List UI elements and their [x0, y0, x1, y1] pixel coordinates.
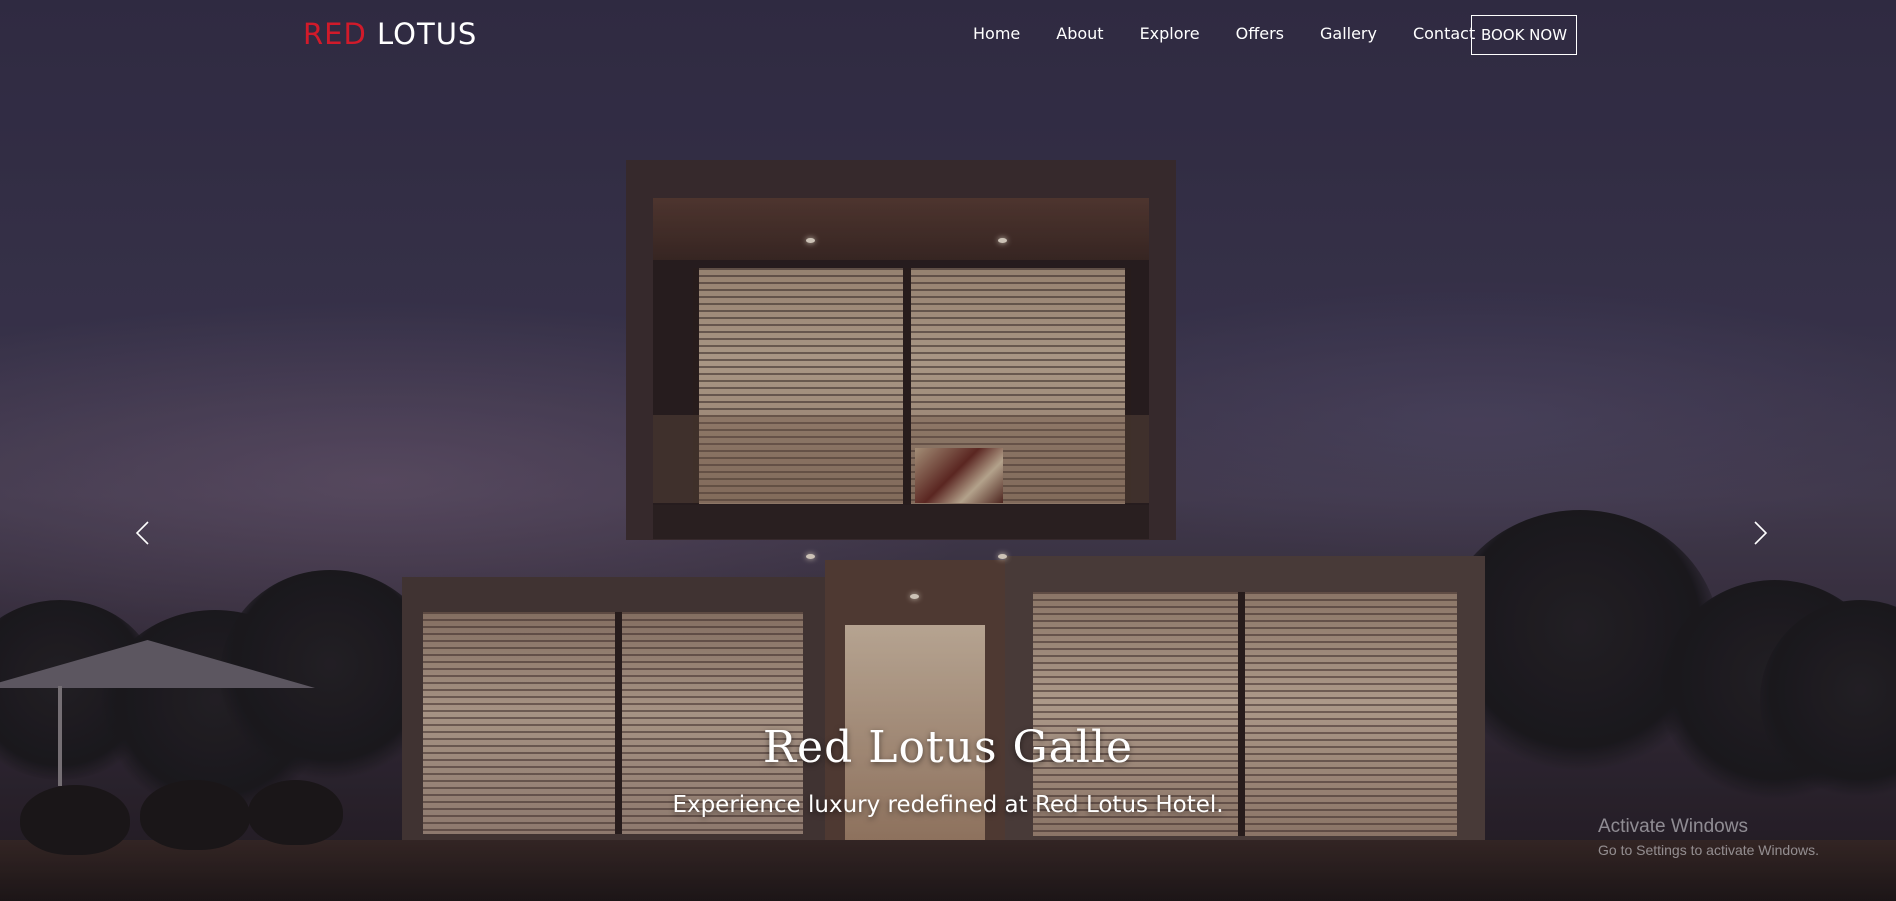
- carousel-prev-button[interactable]: [128, 518, 158, 548]
- logo[interactable]: RED LOTUS: [303, 17, 477, 51]
- nav-about-link[interactable]: About: [1056, 24, 1103, 43]
- book-now-button[interactable]: BOOK NOW: [1471, 15, 1577, 55]
- logo-red-text: RED: [303, 17, 367, 51]
- nav-home-link[interactable]: Home: [973, 24, 1020, 43]
- nav-explore-link[interactable]: Explore: [1140, 24, 1200, 43]
- nav-menu: Home About Explore Offers Gallery Contac…: [973, 24, 1511, 43]
- chevron-left-icon: [135, 521, 149, 545]
- nav-offers-link[interactable]: Offers: [1236, 24, 1284, 43]
- nav-gallery-link[interactable]: Gallery: [1320, 24, 1377, 43]
- hero-carousel: RED LOTUS Home About Explore Offers Gall…: [0, 0, 1896, 901]
- logo-white-text: LOTUS: [377, 17, 478, 51]
- carousel-next-button[interactable]: [1745, 518, 1775, 548]
- windows-activation-watermark: Activate Windows Go to Settings to activ…: [1598, 816, 1819, 858]
- navbar: RED LOTUS Home About Explore Offers Gall…: [0, 0, 1896, 70]
- slide-subtitle: Experience luxury redefined at Red Lotus…: [672, 792, 1224, 818]
- watermark-subtitle: Go to Settings to activate Windows.: [1598, 842, 1819, 858]
- slide-title: Red Lotus Galle: [762, 722, 1134, 773]
- chevron-right-icon: [1754, 521, 1768, 545]
- watermark-title: Activate Windows: [1598, 816, 1748, 837]
- nav-contact-link[interactable]: Contact: [1413, 24, 1475, 43]
